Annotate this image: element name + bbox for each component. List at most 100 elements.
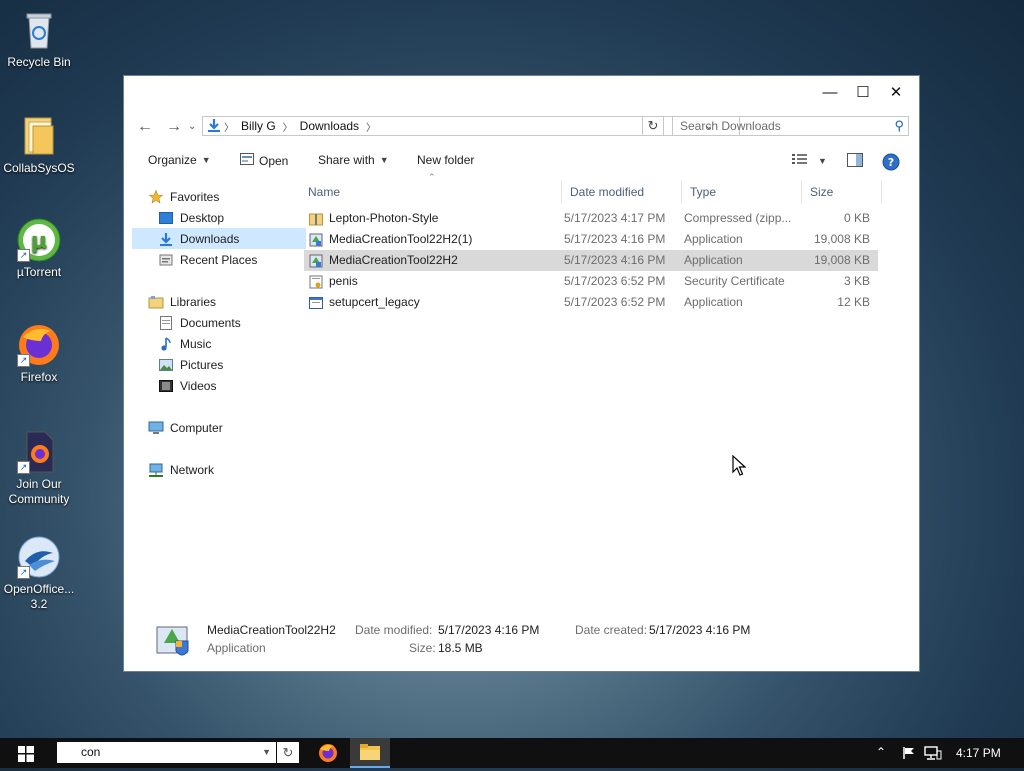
details-size: 18.5 MB bbox=[438, 641, 483, 655]
chevron-down-icon: ▼ bbox=[818, 155, 827, 166]
desktop-icon-openoffice[interactable]: ↗ OpenOffice... 3.2 bbox=[0, 535, 78, 612]
nav-videos[interactable]: Videos bbox=[158, 375, 322, 396]
taskbar-firefox-button[interactable] bbox=[310, 738, 346, 768]
file-type: Application bbox=[684, 253, 743, 267]
nav-music[interactable]: Music bbox=[158, 333, 322, 354]
taskbar-search-input[interactable]: con ▼ bbox=[57, 742, 276, 763]
nav-network[interactable]: Network bbox=[148, 459, 312, 480]
details-file-name: MediaCreationTool22H2 bbox=[207, 623, 336, 637]
open-label: Open bbox=[259, 153, 289, 168]
new-folder-button[interactable]: New folder bbox=[417, 153, 474, 167]
column-header-date-modified[interactable]: Date modified bbox=[562, 180, 682, 204]
close-button[interactable]: ✕ bbox=[881, 82, 911, 104]
computer-icon bbox=[148, 420, 164, 436]
shortcut-arrow-icon: ↗ bbox=[17, 566, 30, 579]
nav-music-label: Music bbox=[180, 336, 212, 351]
desktop-icon-collabsysos[interactable]: CollabSysOS bbox=[0, 114, 78, 176]
chevron-down-icon[interactable]: ▼ bbox=[262, 742, 271, 763]
file-size: 12 KB bbox=[837, 295, 870, 309]
start-button[interactable] bbox=[18, 746, 34, 765]
file-name: penis bbox=[329, 274, 358, 288]
nav-documents[interactable]: Documents bbox=[158, 312, 322, 333]
nav-documents-label: Documents bbox=[180, 315, 241, 330]
breadcrumb-separator[interactable]: 〉 bbox=[366, 119, 376, 134]
details-file-type: Application bbox=[207, 641, 266, 655]
nav-computer[interactable]: Computer bbox=[148, 417, 312, 438]
details-pane: MediaCreationTool22H2 Application Date m… bbox=[124, 611, 919, 671]
clock[interactable]: 4:17 PM bbox=[956, 746, 1001, 760]
setup-app-icon bbox=[308, 232, 324, 248]
desktop-icon-join-our-community[interactable]: ↗ Join Our Community bbox=[0, 430, 78, 507]
taskbar-explorer-button[interactable] bbox=[350, 738, 390, 768]
file-date: 5/17/2023 6:52 PM bbox=[564, 295, 666, 309]
file-type: Compressed (zipp... bbox=[684, 211, 792, 225]
file-row-lepton-photon-style[interactable]: Lepton-Photon-Style 5/17/2023 4:17 PM Co… bbox=[304, 208, 878, 229]
breadcrumb-separator[interactable]: 〉 bbox=[283, 119, 293, 134]
organize-label: Organize bbox=[148, 153, 197, 167]
taskbar-search-value: con bbox=[81, 745, 101, 759]
help-button[interactable]: ? bbox=[882, 153, 900, 174]
recent-places-icon bbox=[158, 252, 174, 268]
chevron-down-icon: ▼ bbox=[201, 155, 211, 165]
shortcut-arrow-icon: ↗ bbox=[17, 249, 30, 262]
change-view-button[interactable]: ▼ bbox=[792, 153, 827, 168]
search-input[interactable]: Search Downloads ⚲ bbox=[672, 116, 909, 136]
desktop-icon-label: µTorrent bbox=[16, 265, 62, 279]
taskbar-refresh-button[interactable]: ↻ bbox=[277, 742, 299, 763]
nav-recent-places[interactable]: Recent Places bbox=[158, 249, 322, 270]
column-header-size[interactable]: Size bbox=[802, 180, 882, 204]
nav-recent-places-label: Recent Places bbox=[180, 252, 258, 267]
details-view-icon bbox=[792, 153, 808, 168]
command-bar: Organize ▼ Open Share with ▼ New folder … bbox=[124, 148, 919, 174]
minimize-button[interactable]: — bbox=[815, 82, 845, 104]
certificate-icon bbox=[308, 274, 324, 290]
recent-locations-button[interactable]: ⌄ bbox=[188, 115, 196, 139]
open-button[interactable]: Open bbox=[240, 153, 288, 168]
nav-pictures[interactable]: Pictures bbox=[158, 354, 322, 375]
firefox-icon bbox=[319, 744, 337, 762]
nav-desktop[interactable]: Desktop bbox=[158, 207, 322, 228]
column-header-name[interactable]: Name bbox=[300, 180, 562, 204]
preview-pane-button[interactable] bbox=[847, 153, 863, 170]
network-status-icon[interactable] bbox=[924, 746, 942, 763]
column-header-type[interactable]: Type bbox=[682, 180, 802, 204]
file-row-mediacreationtool22h2[interactable]: MediaCreationTool22H2 5/17/2023 4:16 PM … bbox=[304, 250, 878, 271]
share-with-button[interactable]: Share with ▼ bbox=[318, 153, 389, 167]
nav-libraries[interactable]: Libraries bbox=[148, 291, 312, 312]
desktop-icon-utorrent[interactable]: µ ↗ µTorrent bbox=[0, 218, 78, 280]
nav-downloads[interactable]: Downloads bbox=[132, 228, 306, 249]
share-with-label: Share with bbox=[318, 153, 375, 167]
recycle-bin-icon bbox=[17, 8, 61, 52]
forward-button[interactable]: → bbox=[166, 115, 182, 139]
flag-icon[interactable] bbox=[902, 746, 916, 763]
file-date: 5/17/2023 4:16 PM bbox=[564, 232, 666, 246]
file-size: 19,008 KB bbox=[813, 232, 870, 246]
openoffice-icon: ↗ bbox=[17, 535, 61, 579]
shortcut-arrow-icon: ↗ bbox=[17, 354, 30, 367]
breadcrumb-billy-g[interactable]: Billy G bbox=[241, 119, 276, 133]
desktop-icon-recycle-bin[interactable]: Recycle Bin bbox=[0, 8, 78, 70]
back-button[interactable]: ← bbox=[137, 115, 153, 139]
maximize-button[interactable]: ☐ bbox=[848, 82, 878, 104]
file-row-mediacreationtool22h2-1[interactable]: MediaCreationTool22H2(1) 5/17/2023 4:16 … bbox=[304, 229, 878, 250]
refresh-button[interactable]: ↻ bbox=[642, 116, 664, 136]
title-bar[interactable]: — ☐ ✕ bbox=[124, 76, 919, 110]
breadcrumb-separator: 〉 bbox=[224, 122, 234, 134]
details-date-modified: 5/17/2023 4:16 PM bbox=[438, 623, 540, 637]
search-icon[interactable]: ⚲ bbox=[894, 117, 904, 135]
music-icon bbox=[158, 336, 174, 352]
desktop-icon-label: Firefox bbox=[20, 370, 58, 384]
file-row-penis[interactable]: penis 5/17/2023 6:52 PM Security Certifi… bbox=[304, 271, 878, 292]
nav-pictures-label: Pictures bbox=[180, 357, 224, 372]
file-name: setupcert_legacy bbox=[329, 295, 420, 309]
file-row-setupcert-legacy[interactable]: setupcert_legacy 5/17/2023 6:52 PM Appli… bbox=[304, 292, 878, 313]
organize-button[interactable]: Organize ▼ bbox=[148, 153, 211, 167]
file-type: Application bbox=[684, 295, 743, 309]
breadcrumb-downloads[interactable]: Downloads bbox=[300, 119, 359, 133]
file-name: MediaCreationTool22H2(1) bbox=[329, 232, 473, 246]
nav-favorites[interactable]: Favorites bbox=[148, 186, 312, 207]
tray-overflow-icon[interactable]: ⌃ bbox=[876, 745, 886, 759]
chevron-down-icon: ▼ bbox=[379, 155, 389, 165]
desktop-icon-firefox[interactable]: ↗ Firefox bbox=[0, 323, 78, 385]
application-icon bbox=[308, 295, 324, 311]
